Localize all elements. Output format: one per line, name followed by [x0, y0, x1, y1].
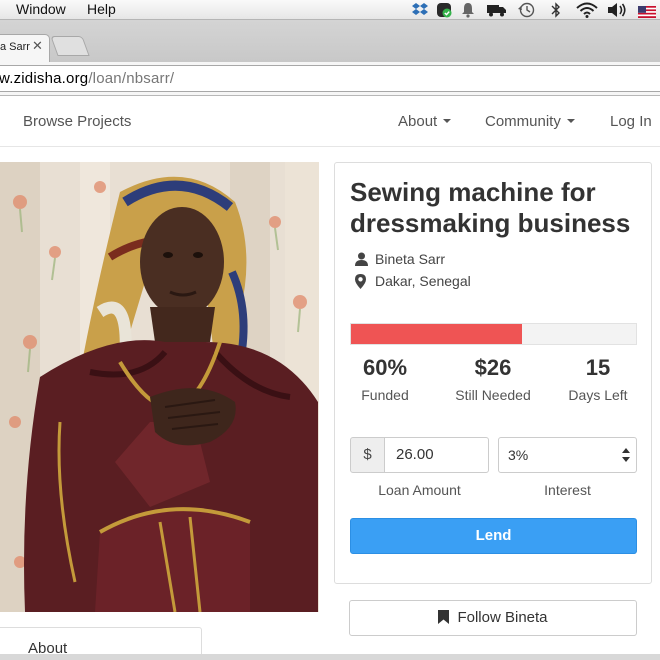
wifi-icon[interactable]: [576, 2, 598, 18]
site-navbar: Browse Projects About Community Log In: [0, 97, 660, 147]
truck-icon[interactable]: [487, 2, 507, 18]
url-host: w.zidisha.org: [0, 70, 89, 87]
follow-button-label: Follow Bineta: [457, 609, 548, 626]
stat-funded: 60% Funded: [335, 355, 435, 403]
stat-days-left-value: 15: [585, 355, 611, 380]
browser-toolbar: w.zidisha.org/loan/nbsarr/: [0, 62, 660, 96]
nav-browse-projects[interactable]: Browse Projects: [23, 113, 131, 130]
menu-help[interactable]: Help: [87, 1, 116, 17]
interest-label: Interest: [544, 482, 591, 498]
nav-login[interactable]: Log In: [610, 113, 652, 130]
menu-window[interactable]: Window: [16, 1, 66, 17]
nav-community-label: Community: [485, 113, 561, 130]
stat-days-left: 15 Days Left: [548, 355, 648, 403]
address-bar[interactable]: w.zidisha.org/loan/nbsarr/: [0, 65, 660, 92]
funding-progress-bar: [350, 323, 637, 345]
stat-still-needed-label: Still Needed: [455, 387, 531, 403]
time-machine-icon[interactable]: [518, 2, 535, 18]
loan-amount-label: Loan Amount: [378, 482, 461, 498]
bluetooth-icon[interactable]: [551, 2, 561, 18]
url-path: /loan/nbsarr/: [88, 70, 175, 87]
volume-icon[interactable]: [607, 2, 627, 18]
borrower-location: Dakar, Senegal: [375, 273, 471, 289]
interest-select[interactable]: 3%: [498, 437, 637, 473]
browser-tab[interactable]: a Sarr ✕: [0, 34, 50, 62]
close-icon[interactable]: ✕: [32, 38, 43, 54]
borrower-photo: [0, 162, 319, 612]
bookmark-icon: [438, 610, 450, 624]
new-tab-button[interactable]: [50, 36, 90, 56]
tab-title: a Sarr: [0, 41, 30, 53]
loan-card: Sewing machine for dressmaking business …: [334, 162, 652, 584]
stat-funded-value: 60%: [362, 355, 408, 380]
loan-amount-input[interactable]: 26.00: [384, 437, 489, 473]
funding-progress-fill: [351, 324, 522, 344]
currency-addon: $: [350, 437, 385, 473]
stat-funded-label: Funded: [361, 387, 409, 403]
page-content: Sewing machine for dressmaking business …: [0, 148, 660, 660]
bell-icon[interactable]: [461, 2, 475, 18]
map-marker-icon: [355, 274, 366, 289]
loan-title: Sewing machine for dressmaking business: [350, 177, 631, 238]
dropbox-icon[interactable]: [412, 2, 428, 18]
nav-about-label: About: [398, 113, 438, 130]
stat-still-needed: $26 Still Needed: [443, 355, 543, 403]
select-arrows-icon: [622, 448, 630, 462]
browser-tab-strip: a Sarr ✕: [0, 20, 660, 62]
interest-selected-value: 3%: [508, 447, 529, 463]
follow-button[interactable]: Follow Bineta: [349, 600, 637, 636]
us-flag-icon[interactable]: [638, 4, 656, 20]
shield-check-icon[interactable]: [436, 2, 452, 18]
stat-still-needed-value: $26: [474, 355, 512, 380]
user-icon: [355, 252, 368, 266]
nav-about[interactable]: About: [398, 113, 452, 130]
nav-community[interactable]: Community: [485, 113, 575, 130]
borrower-name[interactable]: Bineta Sarr: [375, 251, 445, 267]
stat-days-left-label: Days Left: [568, 387, 628, 403]
chevron-down-icon: [566, 119, 575, 123]
lend-button[interactable]: Lend: [350, 518, 637, 554]
window-bottom-edge: [0, 654, 660, 660]
os-menubar: Window Help: [0, 0, 660, 20]
chevron-down-icon: [443, 119, 452, 123]
url-text: w.zidisha.org/loan/nbsarr/: [0, 70, 174, 87]
